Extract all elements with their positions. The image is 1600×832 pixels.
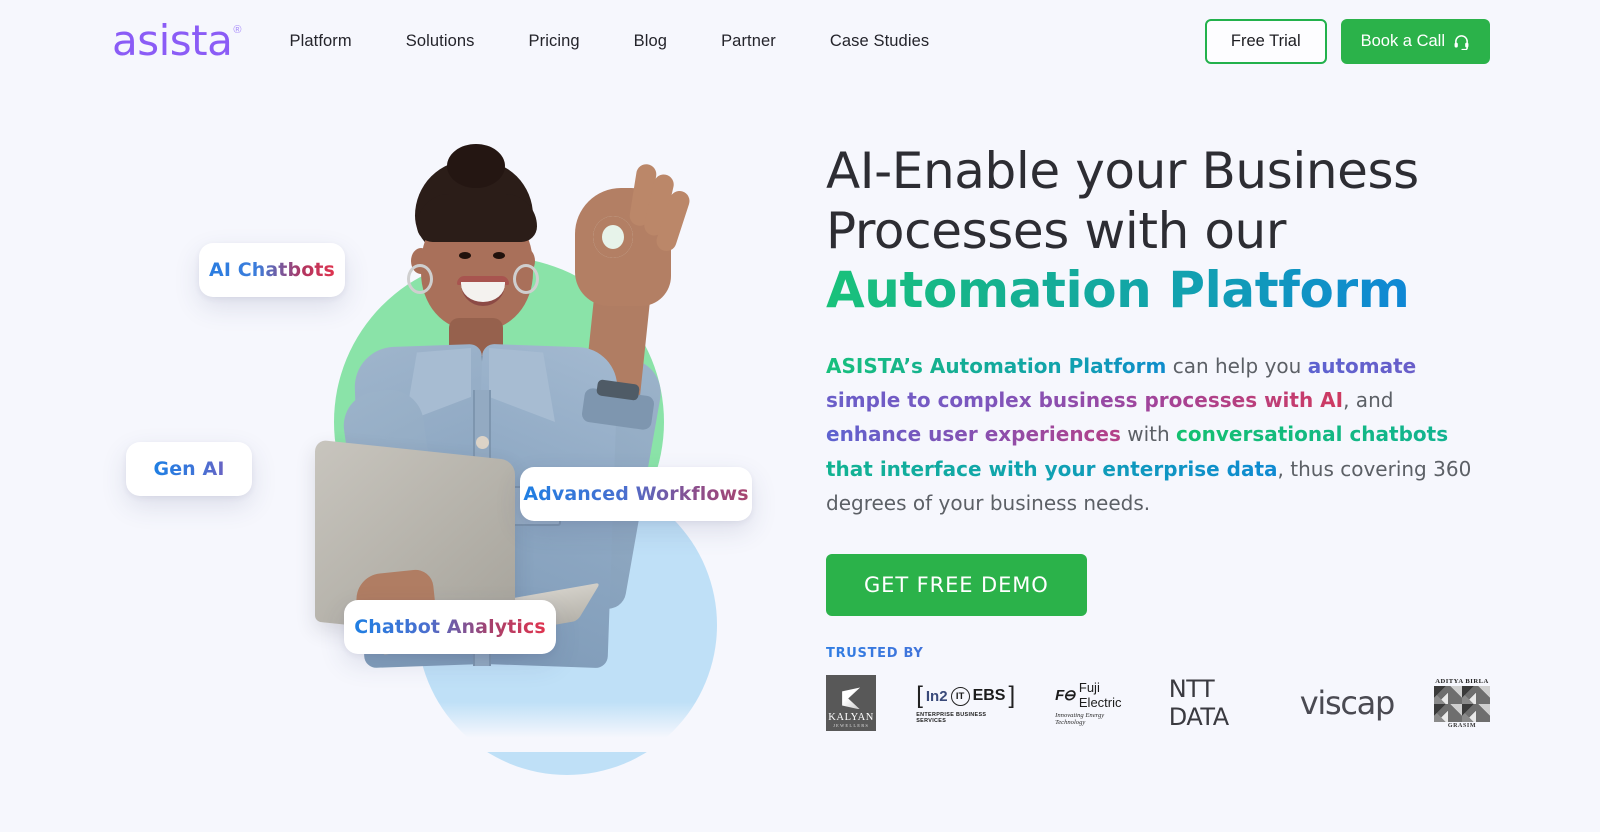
site-header: asista ® Platform Solutions Pricing Blog… xyxy=(0,0,1600,82)
fuji-mark-icon: F⊖ xyxy=(1055,687,1075,705)
birla-mark-icon xyxy=(1433,685,1490,722)
brand-logo[interactable]: asista ® xyxy=(112,20,241,62)
headset-icon xyxy=(1453,33,1470,50)
fuji-name: Fuji Electric xyxy=(1078,680,1122,711)
chip-gen-ai-label: Gen AI xyxy=(153,458,225,480)
desc-highlight-experiences: enhance user experiences xyxy=(826,422,1121,447)
book-a-call-button[interactable]: Book a Call xyxy=(1340,18,1490,64)
desc-highlight-platform: ASISTA’s Automation Platform xyxy=(826,353,1167,378)
trademark-symbol: ® xyxy=(233,24,242,36)
chip-gen-ai[interactable]: Gen AI xyxy=(126,442,252,496)
brand-name: asista xyxy=(112,16,233,65)
trusted-by-label: TRUSTED BY xyxy=(826,646,1490,661)
hero-title-accent: Automation Platform xyxy=(826,261,1410,319)
nav-item-pricing[interactable]: Pricing xyxy=(529,24,580,59)
chip-advanced-workflows-label: Advanced Workflows xyxy=(523,483,749,505)
fuji-tagline: Innovating Energy Technology xyxy=(1055,712,1105,727)
nav-item-platform[interactable]: Platform xyxy=(289,24,351,59)
hero-copy: AI-Enable your Business Processes with o… xyxy=(812,140,1490,740)
logo-kalyan-jewellers: KALYAN JEWELLERS xyxy=(826,675,877,732)
in2it-sub: ENTERPRISE BUSINESS SERVICES xyxy=(916,712,987,725)
chip-ai-chatbots-label: AI Chatbots xyxy=(209,259,335,281)
header-actions: Free Trial Book a Call xyxy=(1204,18,1490,64)
logo-aditya-birla-grasim: ADITYA BIRLA GRASIM xyxy=(1433,677,1490,729)
chip-ai-chatbots[interactable]: AI Chatbots xyxy=(199,243,345,297)
hero-description: ASISTA’s Automation Platform can help yo… xyxy=(826,349,1486,521)
free-trial-button[interactable]: Free Trial xyxy=(1204,18,1327,64)
desc-text-1: can help you xyxy=(1166,353,1308,378)
get-free-demo-button[interactable]: GET FREE DEMO xyxy=(826,554,1087,617)
in2-text: In2 xyxy=(925,687,948,705)
kalyan-name: KALYAN xyxy=(828,712,874,724)
logo-in2it-ebs: [ In2 IT EBS ] ENTERPRISE BUSINESS SERVI… xyxy=(916,682,1015,724)
nav-item-partner[interactable]: Partner xyxy=(721,24,776,59)
main-navigation: Platform Solutions Pricing Blog Partner … xyxy=(289,24,1204,59)
book-a-call-label: Book a Call xyxy=(1360,31,1445,50)
nav-item-solutions[interactable]: Solutions xyxy=(406,24,475,59)
hero-illustration: AI Chatbots Gen AI Advanced Workflows Ch… xyxy=(112,140,812,775)
hero-title: AI-Enable your Business Processes with o… xyxy=(826,142,1490,321)
nav-item-case-studies[interactable]: Case Studies xyxy=(830,24,929,59)
birla-sub: GRASIM xyxy=(1447,722,1477,729)
hero-section: AI Chatbots Gen AI Advanced Workflows Ch… xyxy=(0,82,1600,775)
desc-text-3: with xyxy=(1120,422,1177,447)
logo-fuji-electric: F⊖ Fuji Electric Innovating Energy Techn… xyxy=(1055,680,1129,726)
hero-title-line1: AI-Enable your Business xyxy=(826,142,1419,200)
logo-ntt-data: NTT DATA xyxy=(1168,675,1229,732)
kalyan-sub: JEWELLERS xyxy=(833,723,870,729)
bracket-right-icon: ] xyxy=(1008,682,1016,710)
chip-advanced-workflows[interactable]: Advanced Workflows xyxy=(520,467,752,521)
ebs-text: EBS xyxy=(972,687,1006,705)
nav-item-blog[interactable]: Blog xyxy=(634,24,667,59)
birla-name: ADITYA BIRLA xyxy=(1435,677,1489,685)
in2it-wordmark: [ In2 IT EBS ] xyxy=(916,682,1015,710)
logo-viscap: viscap xyxy=(1299,684,1396,723)
desc-text-2: , and xyxy=(1343,387,1394,412)
trusted-by-logo-row: KALYAN JEWELLERS [ In2 IT EBS ] ENTERPRI… xyxy=(826,675,1490,732)
chip-chatbot-analytics-label: Chatbot Analytics xyxy=(354,616,546,638)
kalyan-mark-icon xyxy=(842,687,861,710)
bracket-left-icon: [ xyxy=(916,682,923,710)
hero-title-line2: Processes with our xyxy=(826,201,1286,260)
it-circle-icon: IT xyxy=(950,686,970,706)
chip-chatbot-analytics[interactable]: Chatbot Analytics xyxy=(344,600,556,654)
